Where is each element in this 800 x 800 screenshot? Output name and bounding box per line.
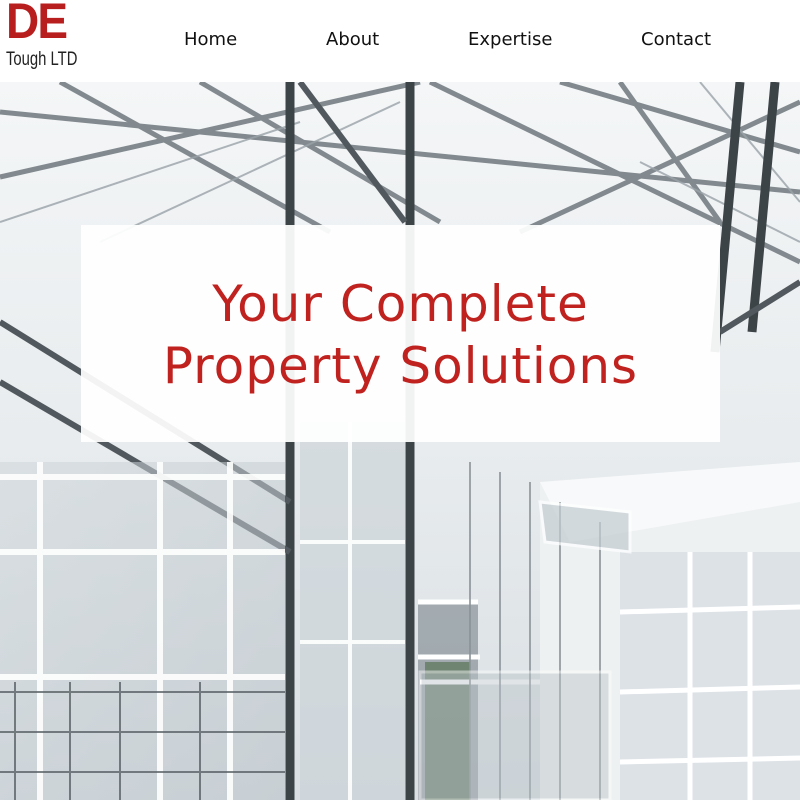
hero-headline-line-1: Your Complete bbox=[212, 275, 589, 333]
nav-link-about[interactable]: About bbox=[326, 29, 379, 51]
company-logo[interactable]: DE Tough LTD bbox=[4, 0, 78, 74]
headline-panel: Your Complete Property Solutions bbox=[81, 225, 720, 442]
logo-company-name: Tough LTD bbox=[6, 49, 78, 70]
site-header: DE Tough LTD Home About Expertise Contac… bbox=[0, 0, 800, 82]
nav-link-home[interactable]: Home bbox=[184, 29, 237, 51]
logo-initials: DE bbox=[6, 0, 68, 49]
hero-headline: Your Complete Property Solutions bbox=[81, 273, 720, 397]
nav-link-contact[interactable]: Contact bbox=[641, 29, 711, 51]
hero-headline-line-2: Property Solutions bbox=[162, 337, 639, 395]
nav-link-expertise[interactable]: Expertise bbox=[468, 29, 552, 51]
hero-banner: Your Complete Property Solutions bbox=[0, 82, 800, 800]
